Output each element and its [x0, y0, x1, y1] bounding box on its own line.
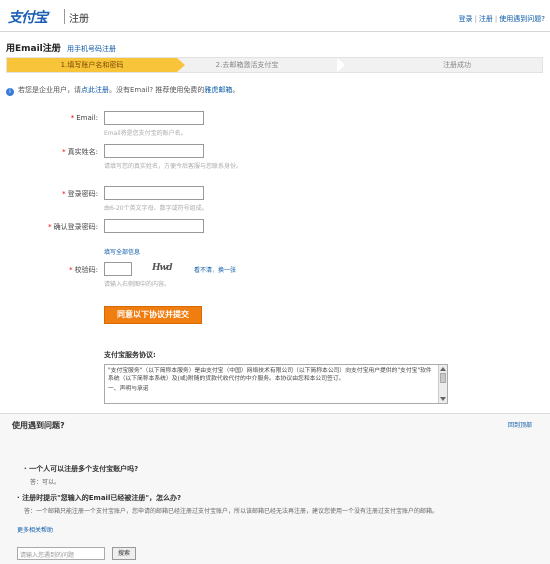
email-label: * Email:	[70, 114, 98, 122]
confirm-password-input[interactable]	[104, 219, 204, 233]
phone-register-link[interactable]: 用手机号码注册	[67, 45, 116, 53]
help-search-input[interactable]: 请输入您遇到的问题	[17, 547, 105, 560]
scroll-up-icon[interactable]	[440, 367, 446, 371]
help-link[interactable]: 使用遇到问题?	[499, 15, 545, 23]
scroll-down-icon[interactable]	[440, 397, 446, 401]
faq-answer: 答：可以。	[30, 479, 61, 486]
register-link[interactable]: 注册	[479, 15, 493, 23]
top-links: 登录 | 注册 | 使用遇到问题?	[459, 14, 545, 24]
captcha-image[interactable]: Hwd	[152, 263, 190, 277]
title-row: 用Email注册 用手机号码注册	[6, 41, 116, 54]
captcha-input[interactable]	[104, 262, 132, 276]
agreement-title: 支付宝服务协议:	[104, 351, 156, 359]
password-input[interactable]	[104, 186, 204, 200]
separator: |	[474, 15, 477, 23]
faq-question: · 一个人可以注册多个支付宝账户吗?	[24, 465, 139, 473]
step-arrow-icon	[337, 58, 345, 72]
step-2: 2.去邮箱激活支付宝	[215, 61, 279, 69]
note-text: 。	[232, 86, 240, 94]
required-mark: *	[70, 114, 75, 122]
help-section: 使用遇到问题? 回到顶部 · 一个人可以注册多个支付宝账户吗? 答：可以。 · …	[0, 413, 550, 564]
agreement-paragraph: "支付宝服务"（以下简称本服务）是由支付宝（中国）网络技术有限公司（以下简称本公…	[108, 368, 432, 382]
required-mark: *	[48, 223, 52, 231]
more-help-link[interactable]: 更多相关帮助	[17, 525, 53, 534]
password-label: * 登录密码:	[62, 190, 98, 198]
faq-answer: 答：一个邮箱只能注册一个支付宝账户，您申请的邮箱已经注册过支付宝账户，所以该邮箱…	[24, 508, 439, 515]
agreement-section: 一、声明与承诺	[108, 386, 149, 392]
required-mark: *	[62, 190, 66, 198]
change-captcha-link[interactable]: 换一张	[218, 267, 236, 274]
note-text: 若您是企业用户，请	[18, 86, 81, 94]
realname-hint: 请填写您的真实姓名，方便今后客服与您联系身份。	[104, 163, 243, 170]
agreement-text: "支付宝服务"（以下简称本服务）是由支付宝（中国）网络技术有限公司（以下简称本公…	[108, 367, 436, 393]
required-mark: *	[69, 266, 73, 274]
separator: |	[494, 15, 498, 23]
captcha-label: * 校验码:	[69, 266, 98, 274]
info-icon: i	[6, 88, 14, 96]
realname-label: * 真实姓名:	[62, 148, 98, 156]
login-link[interactable]: 登录	[459, 15, 473, 23]
realname-input[interactable]	[104, 144, 204, 158]
confirm-password-label: * 确认登录密码:	[48, 223, 98, 231]
header-title: 注册	[69, 14, 89, 25]
agreement-scrollbar[interactable]	[438, 365, 447, 403]
header-divider	[64, 9, 65, 24]
back-to-top-link[interactable]: 回到顶部	[508, 420, 532, 429]
enterprise-note: i 若您是企业用户，请点此注册。没有Email? 推荐使用免费的雅虎邮箱。	[6, 85, 239, 96]
enterprise-register-link[interactable]: 点此注册	[81, 86, 109, 94]
captcha-hint: 请输入右侧图中的内容。	[104, 281, 171, 288]
step-arrow-icon	[177, 58, 185, 72]
email-hint: Email将是您支付宝的账户名。	[104, 130, 187, 137]
agree-submit-button[interactable]: 同意以下协议并提交	[104, 306, 202, 324]
captcha-refresh: 看不清，换一张	[194, 265, 236, 274]
password-hint: 由6-20个英文字母、数字或符号组成。	[104, 205, 208, 212]
help-title: 使用遇到问题?	[12, 421, 65, 430]
page-title: 用Email注册	[6, 44, 61, 54]
help-search-button[interactable]: 搜索	[112, 547, 136, 560]
cant-see-link[interactable]: 看不清	[194, 267, 212, 274]
progress-steps: 1.填写账户名和密码 2.去邮箱激活支付宝 注册成功	[6, 57, 543, 73]
scroll-thumb[interactable]	[440, 373, 446, 383]
agreement-box[interactable]: "支付宝服务"（以下简称本服务）是由支付宝（中国）网络技术有限公司（以下简称本公…	[104, 364, 448, 404]
header: 支付宝 注册 登录 | 注册 | 使用遇到问题?	[0, 0, 550, 32]
yahoo-mail-link[interactable]: 雅虎邮箱	[204, 86, 232, 94]
step-3: 注册成功	[443, 61, 471, 69]
step-1-active: 1.填写账户名和密码	[7, 58, 177, 72]
fill-all-link[interactable]: 填写全部信息	[104, 247, 140, 256]
faq-question: · 注册时提示"您输入的Email已经被注册"，怎么办?	[17, 494, 182, 502]
note-text: 。没有Email? 推荐使用免费的	[109, 86, 205, 94]
required-mark: *	[62, 148, 66, 156]
alipay-logo[interactable]: 支付宝	[8, 7, 48, 27]
email-input[interactable]	[104, 111, 204, 125]
